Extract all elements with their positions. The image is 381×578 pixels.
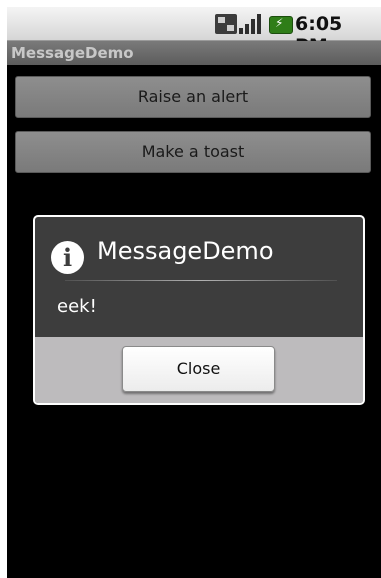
signal-icon xyxy=(239,14,263,34)
info-icon: i xyxy=(51,241,84,274)
sim-icon xyxy=(215,14,237,34)
battery-charging-icon xyxy=(269,16,293,34)
alert-dialog: i MessageDemo eek! Close xyxy=(33,215,365,405)
close-button[interactable]: Close xyxy=(122,346,275,392)
app-title: MessageDemo xyxy=(11,44,134,62)
dialog-message: eek! xyxy=(57,296,97,317)
status-bar: 6:05 PM xyxy=(7,7,381,57)
dialog-title: MessageDemo xyxy=(97,237,274,265)
make-toast-button[interactable]: Make a toast xyxy=(15,131,371,173)
dialog-divider xyxy=(65,280,337,281)
app-title-bar: MessageDemo xyxy=(7,41,381,65)
raise-alert-button[interactable]: Raise an alert xyxy=(15,76,371,118)
dialog-header: i MessageDemo xyxy=(35,217,363,279)
phone-screen: 6:05 PM MessageDemo Raise an alert Make … xyxy=(7,7,381,578)
dialog-button-bar: Close xyxy=(35,337,363,403)
